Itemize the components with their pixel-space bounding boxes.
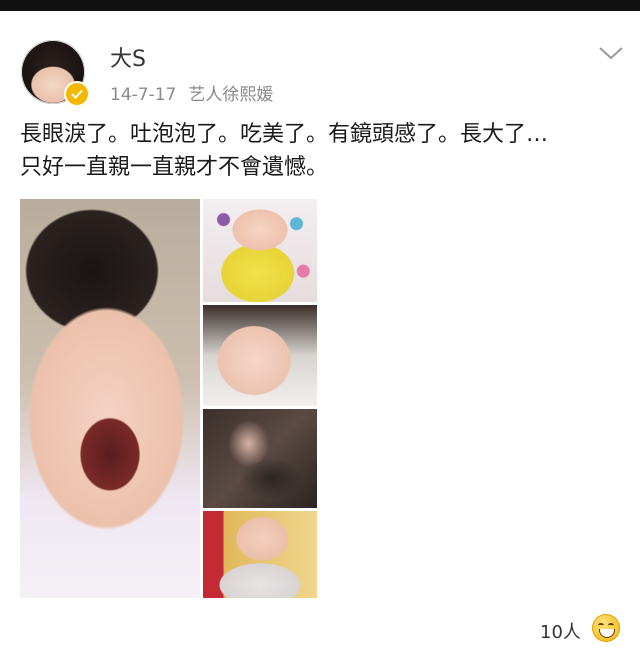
post-text: 長眼淚了。吐泡泡了。吃美了。有鏡頭感了。長大了… 只好一直親一直親才不會遺憾。 <box>20 118 620 184</box>
username[interactable]: 大S <box>110 41 146 73</box>
like-count[interactable]: 10人 <box>540 618 581 644</box>
verified-badge-icon <box>64 81 90 107</box>
emoji-mouth <box>599 629 615 638</box>
post-date: 14-7-17 <box>110 85 177 105</box>
crying-baby-photo[interactable] <box>20 199 200 598</box>
baby-yellow-bib-photo[interactable] <box>203 199 317 302</box>
post-meta: 14-7-17 艺人徐熙媛 <box>110 80 273 105</box>
post-text-line2: 只好一直親一直親才不會遺憾。 <box>20 155 329 180</box>
emoji-left-eye <box>598 623 604 628</box>
grinning-emoji-icon[interactable] <box>592 614 620 642</box>
post-text-line1: 長眼淚了。吐泡泡了。吃美了。有鏡頭感了。長大了… <box>20 122 549 147</box>
baby-held-photo[interactable] <box>203 409 317 508</box>
status-bar <box>0 0 640 11</box>
chevron-down-icon[interactable] <box>598 45 624 61</box>
baby-bowtie-photo[interactable] <box>203 511 317 598</box>
emoji-right-eye <box>608 623 614 628</box>
baby-closeup-photo[interactable] <box>203 305 317 406</box>
post-source: 艺人徐熙媛 <box>188 85 274 105</box>
